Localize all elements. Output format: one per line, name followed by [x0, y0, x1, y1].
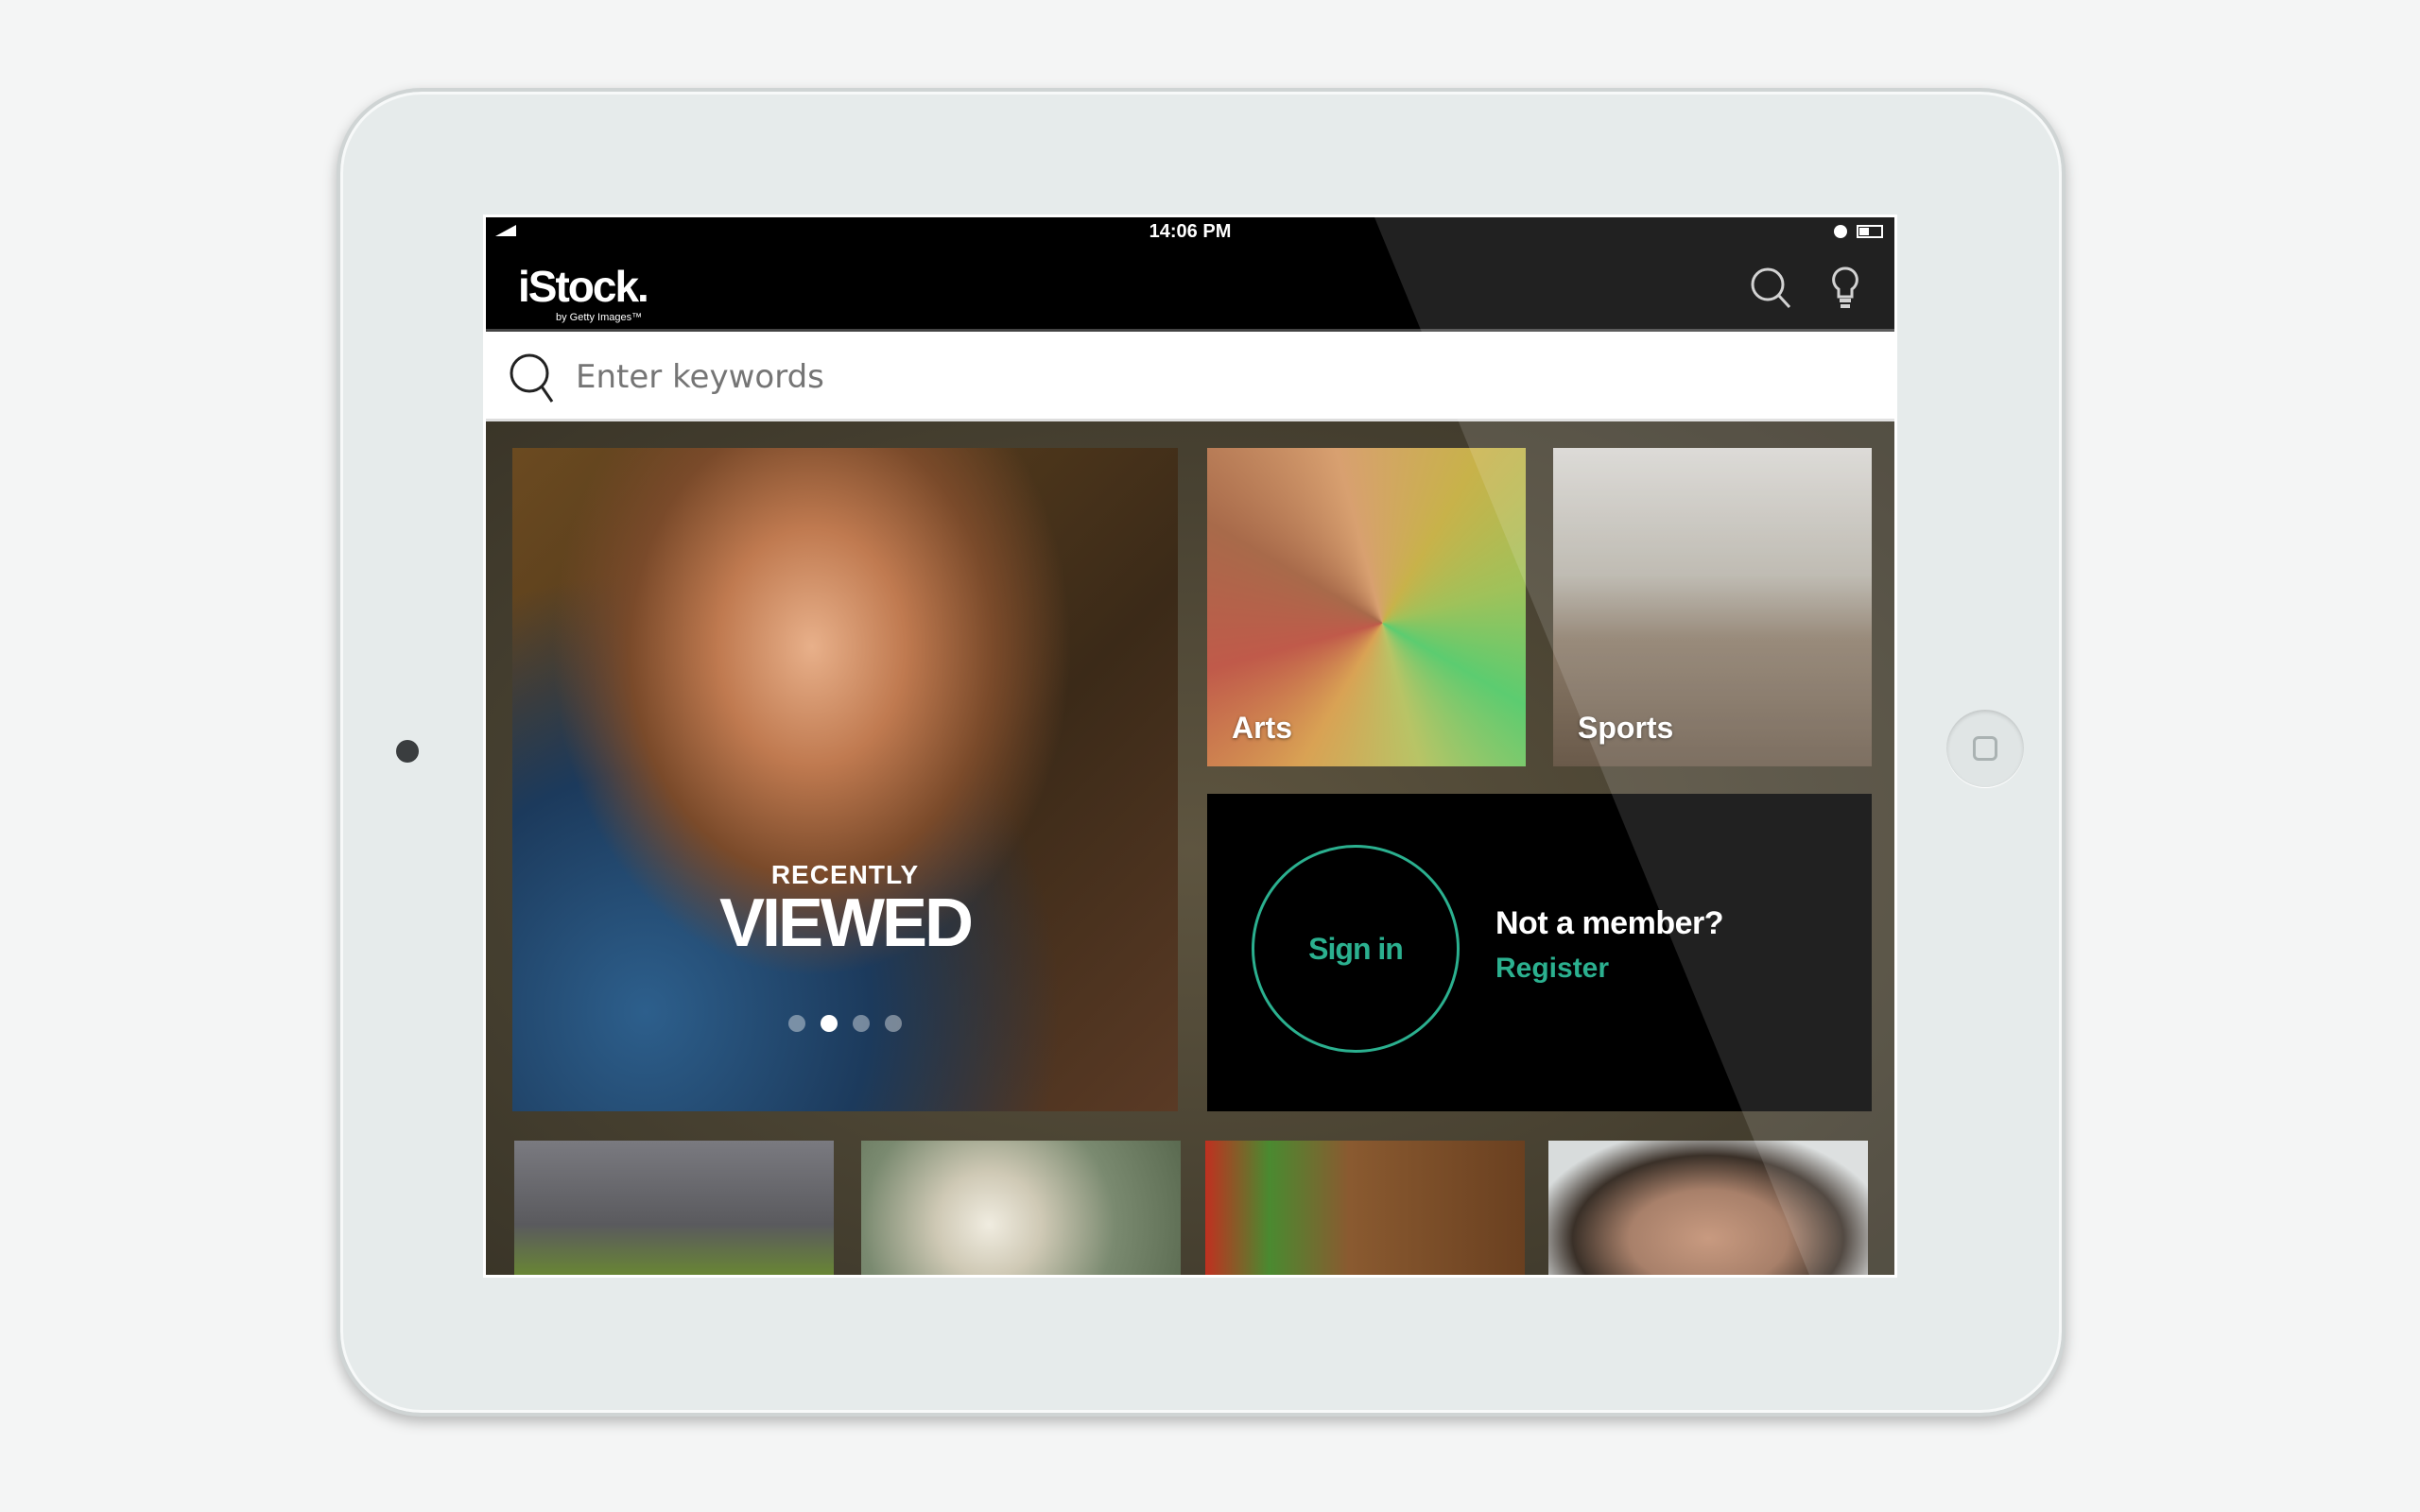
carousel-dot-active[interactable] — [821, 1015, 838, 1032]
image-tile[interactable] — [514, 1141, 834, 1275]
sign-in-button[interactable]: Sign in — [1252, 845, 1460, 1053]
category-tile-sports[interactable]: Sports — [1553, 448, 1872, 766]
istock-logo[interactable]: iStock. by Getty Images™ — [518, 261, 649, 323]
carousel-indicator — [512, 1015, 1178, 1037]
carousel-dot[interactable] — [788, 1015, 805, 1032]
image-tile[interactable] — [1548, 1141, 1868, 1275]
home-button[interactable] — [1946, 710, 2024, 787]
app-header: iStock. by Getty Images™ — [486, 246, 1894, 332]
category-label: Sports — [1578, 711, 1674, 745]
category-label: Arts — [1232, 711, 1293, 745]
search-icon[interactable] — [1750, 266, 1793, 310]
register-link[interactable]: Register — [1495, 953, 1609, 985]
carousel-dot[interactable] — [853, 1015, 870, 1032]
category-tile-arts[interactable]: Arts — [1207, 448, 1526, 766]
content-grid: RECENTLY VIEWED Arts Sports Sign in Not … — [486, 421, 1894, 1275]
hero-line2: VIEWED — [718, 885, 974, 961]
search-bar — [486, 332, 1894, 421]
keyword-search-input[interactable] — [576, 351, 1805, 404]
status-time: 14:06 PM — [1149, 221, 1232, 242]
home-square-icon — [1973, 736, 1997, 761]
front-camera — [396, 740, 419, 763]
alarm-icon — [1834, 225, 1847, 238]
image-tile[interactable] — [1205, 1141, 1525, 1275]
lightbulb-icon[interactable] — [1831, 266, 1859, 310]
account-panel: Sign in Not a member? Register — [1207, 794, 1872, 1111]
search-icon — [510, 353, 554, 403]
app-screen: 14:06 PM iStock. by Getty Images™ RECENT… — [483, 215, 1897, 1278]
battery-icon — [1857, 225, 1883, 238]
image-tile[interactable] — [861, 1141, 1181, 1275]
logo-name: iStock. — [518, 262, 649, 311]
status-bar: 14:06 PM — [486, 217, 1894, 246]
recently-viewed-tile[interactable]: RECENTLY VIEWED — [512, 448, 1178, 1111]
not-member-text: Not a member? — [1495, 905, 1724, 941]
logo-sub: by Getty Images™ — [556, 312, 643, 323]
carousel-dot[interactable] — [885, 1015, 902, 1032]
